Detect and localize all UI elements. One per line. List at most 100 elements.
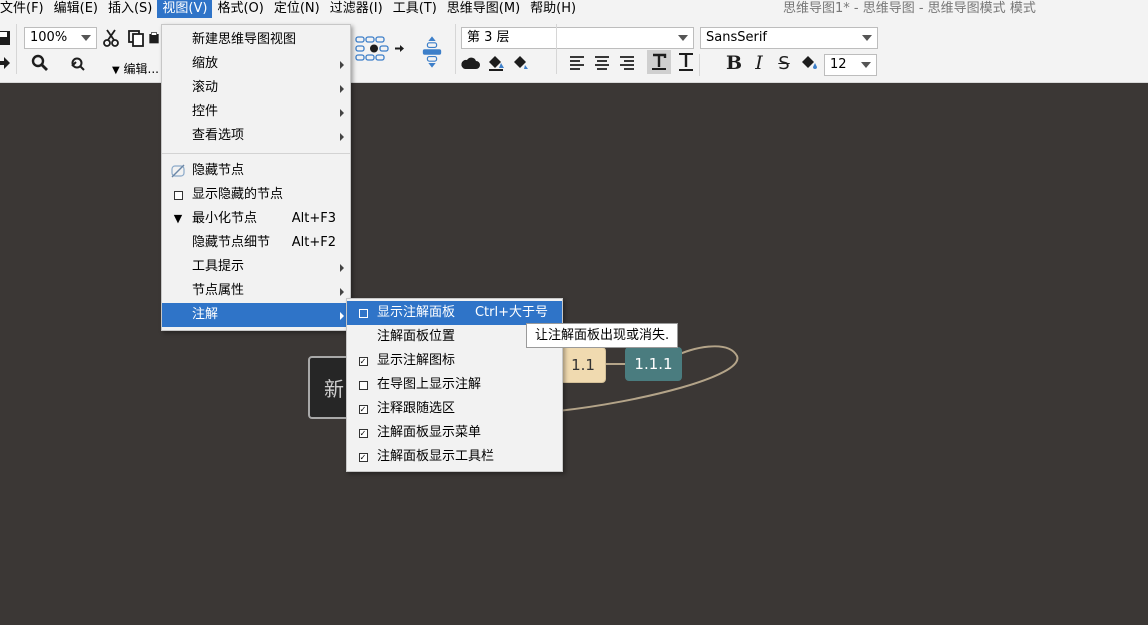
menu-item-hide-node-details[interactable]: 隐藏节点细节 Alt+F2 [162,231,350,255]
save-icon[interactable] [0,27,14,49]
menu-item-tooltips[interactable]: 工具提示 [162,255,350,279]
menu-item-accel: Alt+F3 [291,211,336,226]
menu-item-label: 隐藏节点细节 [192,235,271,250]
checkbox-checked-icon: ✓ [358,404,368,414]
menu-item-notes[interactable]: 注解 [162,303,350,327]
child-node[interactable]: 1.1 [560,347,606,383]
grandchild-node-label: 1.1.1 [634,355,673,373]
tooltip: 让注解面板出现或消失. [526,323,678,348]
search-icon[interactable] [29,52,51,74]
submenu-arrow-icon [340,312,344,320]
cloud-icon[interactable] [459,52,481,74]
menu-item-accel: Alt+F2 [291,235,336,250]
align-left-icon[interactable] [566,52,588,74]
level-value: 第 3 层 [467,30,510,45]
font-size-combo[interactable]: 12 [824,54,877,76]
copy-icon[interactable] [125,27,147,49]
forward-icon[interactable] [0,52,14,74]
menu-mindmap[interactable]: 思维导图(M) [442,0,525,18]
chevron-down-icon [81,35,91,41]
chevron-down-icon [862,35,872,41]
align-icon[interactable] [421,32,443,72]
bold-icon[interactable]: B [723,52,745,74]
menu-item-scroll[interactable]: 滚动 [162,76,350,100]
menu-item-label: 注解面板显示工具栏 [377,449,495,464]
text-strike-icon[interactable] [674,50,698,74]
menu-item-label: 查看选项 [192,128,245,143]
menu-item-notes-panel-show-menu[interactable]: ✓ 注解面板显示菜单 [347,421,562,445]
menu-item-notes-follow-selection[interactable]: ✓ 注释跟随选区 [347,397,562,421]
toolbar-separator [556,24,557,74]
menu-file[interactable]: 文件(F) [0,0,49,18]
align-center-icon[interactable] [591,52,613,74]
chevron-down-icon [678,35,688,41]
toolbar-separator [16,24,17,74]
checkbox-icon [356,301,370,325]
menu-item-label: 显示注解图标 [377,353,456,368]
view-menu: 新建思维导图视图 缩放 滚动 控件 查看选项 隐藏节点 显示隐藏的节点 ▼ 最小… [161,24,351,331]
cut-icon[interactable] [100,27,122,49]
menu-filter[interactable]: 过滤器(I) [325,0,388,18]
menu-item-hide-node[interactable]: 隐藏节点 [162,159,350,183]
submenu-arrow-icon [340,133,344,141]
menu-item-label: 注解 [192,307,219,322]
menu-item-label: 缩放 [192,56,219,71]
menu-item-show-notes-on-map[interactable]: 在导图上显示注解 [347,373,562,397]
toolbar-separator [455,24,456,74]
menu-item-label: 注释跟随选区 [377,401,456,416]
fill-color-icon[interactable] [485,52,507,74]
window-title: 思维导图1* - 思维导图 - 思维导图模式 模式 [783,1,1036,16]
menu-help[interactable]: 帮助(H) [525,0,581,18]
menu-item-label: 节点属性 [192,283,245,298]
menu-item-label: 滚动 [192,80,219,95]
grandchild-node[interactable]: 1.1.1 [625,347,682,381]
menu-item-new-mindmap-view[interactable]: 新建思维导图视图 [162,28,350,52]
menu-item-label: 显示隐藏的节点 [192,187,284,202]
edit-dropdown[interactable]: ▼ 编辑... [112,61,160,77]
font-combo[interactable]: SansSerif [700,27,878,49]
menu-item-show-hidden-nodes[interactable]: 显示隐藏的节点 [162,183,350,207]
font-value: SansSerif [706,30,768,45]
menu-edit[interactable]: 编辑(E) [49,0,103,18]
zoom-combo[interactable]: 100% [24,27,97,49]
menu-insert[interactable]: 插入(S) [103,0,157,18]
menu-tools[interactable]: 工具(T) [388,0,442,18]
submenu-arrow-icon [340,61,344,69]
node-layout-icon[interactable] [355,36,407,61]
find-replace-icon[interactable] [66,52,88,74]
menu-item-node-attributes[interactable]: 节点属性 [162,279,350,303]
menu-view[interactable]: 视图(V) [157,0,213,18]
edge-color-icon[interactable] [510,52,532,74]
menu-item-notes-panel-show-toolbar[interactable]: ✓ 注解面板显示工具栏 [347,445,562,469]
menu-item-label: 在导图上显示注解 [377,377,482,392]
menu-navigate[interactable]: 定位(N) [269,0,325,18]
menu-item-label: 显示注解面板 [377,305,456,320]
submenu-arrow-icon [340,264,344,272]
text-underline-icon[interactable] [647,50,671,74]
menu-item-controls[interactable]: 控件 [162,100,350,124]
menu-format[interactable]: 格式(O) [212,0,268,18]
align-right-icon[interactable] [616,52,638,74]
checkbox-icon [356,373,370,397]
italic-icon[interactable]: I [748,52,770,74]
checkbox-checked-icon: ✓ [358,428,368,438]
checkbox-icon [171,183,185,207]
menu-item-accel: Ctrl+大于号 [474,305,548,320]
menu-item-label: 工具提示 [192,259,245,274]
font-size-value: 12 [830,57,847,72]
menu-item-label: 最小化节点 [192,211,258,226]
paste-icon[interactable] [148,27,160,49]
level-combo[interactable]: 第 3 层 [461,27,694,49]
menu-item-show-notes-panel[interactable]: 显示注解面板 Ctrl+大于号 [347,301,562,325]
toolbar-separator [699,54,700,76]
menu-item-minimize-node[interactable]: ▼ 最小化节点 Alt+F3 [162,207,350,231]
triangle-down-icon: ▼ [112,65,120,76]
menu-item-label: 注解面板位置 [377,329,456,344]
hide-icon [171,159,185,183]
paint-bucket-icon[interactable] [798,52,820,74]
menu-item-view-options[interactable]: 查看选项 [162,124,350,148]
menu-item-show-note-icons[interactable]: ✓ 显示注解图标 [347,349,562,373]
strikethrough-icon[interactable]: S [773,52,795,74]
menu-item-zoom[interactable]: 缩放 [162,52,350,76]
child-node-label: 1.1 [571,356,595,374]
